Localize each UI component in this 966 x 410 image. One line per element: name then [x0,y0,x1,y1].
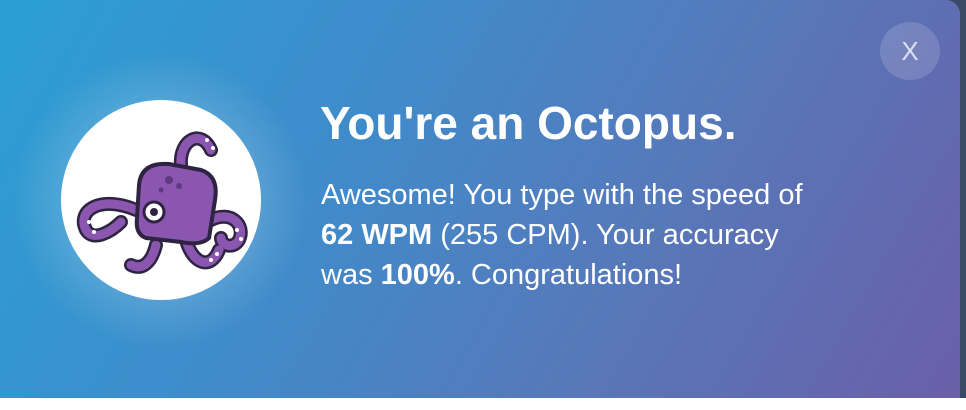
congrats-text: . Congratulations! [454,259,683,291]
cpm-text: (255 CPM). Your accuracy [432,219,779,251]
message-line1: Awesome! You type with the speed of [321,179,803,211]
accuracy-value: 100% [380,259,455,291]
wpm-value: 62 WPM [321,219,433,251]
octopus-icon [77,131,248,274]
popup-title: You're an Octopus. [320,97,737,149]
close-button[interactable]: X [880,22,940,80]
accuracy-prefix: was [321,259,381,291]
result-message: Awesome! You type with the speed of 62 W… [321,175,881,295]
avatar [61,100,261,300]
result-popup: X You're an Octopus. Awesome! You type w… [0,0,960,398]
page-background [0,398,966,410]
